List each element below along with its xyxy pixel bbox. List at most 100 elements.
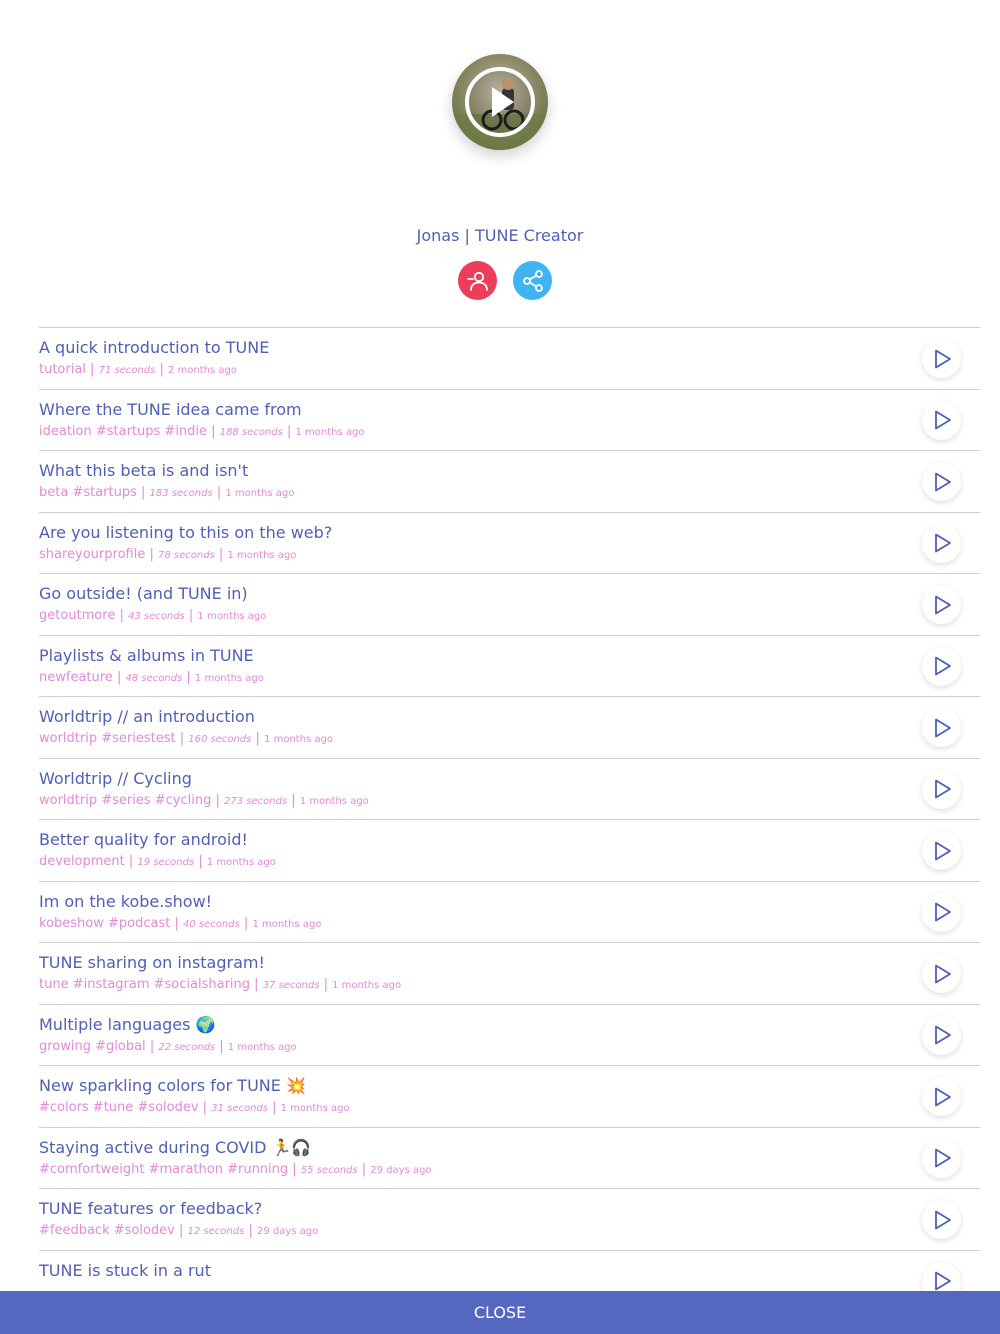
play-button[interactable] — [922, 769, 961, 809]
track-title[interactable]: TUNE features or feedback? — [39, 1199, 262, 1218]
meta-separator: | — [282, 423, 296, 439]
track-tags[interactable]: growing #global — [39, 1039, 146, 1054]
track-meta: worldtrip #seriestest | 160 seconds | 1 … — [39, 731, 333, 746]
track-tags[interactable]: #colors #tune #solodev — [39, 1100, 199, 1115]
track-age: 1 months ago — [227, 549, 297, 561]
track-meta: growing #global | 22 seconds | 1 months … — [39, 1039, 297, 1054]
track-row[interactable]: Are you listening to this on the web? sha… — [39, 511, 980, 574]
track-row[interactable]: A quick introduction to TUNE tutorial | 7… — [39, 327, 980, 389]
track-row[interactable]: Im on the kobe.show! kobeshow #podcast | … — [39, 880, 980, 943]
track-title[interactable]: Worldtrip // an introduction — [39, 707, 255, 726]
track-title[interactable]: Are you listening to this on the web? — [39, 523, 332, 542]
track-title[interactable]: New sparkling colors for TUNE 💥 — [39, 1076, 306, 1095]
track-row[interactable]: Playlists & albums in TUNE newfeature | 4… — [39, 634, 980, 697]
track-row[interactable]: TUNE sharing on instagram! tune #instagra… — [39, 942, 980, 1004]
play-button[interactable] — [922, 339, 961, 378]
play-button[interactable] — [922, 1138, 961, 1178]
track-row[interactable]: Staying active during COVID 🏃🎧 #comfortwe… — [39, 1126, 980, 1189]
meta-separator: | — [212, 485, 226, 500]
track-duration: 183 seconds — [149, 488, 213, 499]
track-meta: #feedback #solodev | 12 seconds | 29 day… — [39, 1223, 318, 1238]
meta-separator: | — [175, 731, 189, 746]
track-tags[interactable]: tutorial — [39, 362, 86, 377]
track-row[interactable]: Go outside! (and TUNE in) getoutmore | 43… — [39, 573, 980, 635]
track-duration: 160 seconds — [188, 734, 252, 745]
track-tags[interactable]: tune #instagram #socialsharing — [39, 977, 250, 992]
track-title[interactable]: TUNE sharing on instagram! — [39, 953, 265, 972]
track-age: 1 months ago — [264, 734, 334, 745]
play-button[interactable] — [922, 892, 961, 932]
track-tags[interactable]: worldtrip #seriestest — [39, 731, 176, 746]
play-icon — [934, 718, 951, 737]
meta-separator: | — [214, 546, 228, 562]
share-button[interactable] — [513, 261, 552, 300]
track-tags[interactable]: getoutmore — [39, 608, 115, 623]
track-tags[interactable]: newfeature — [39, 670, 113, 685]
unfollow-button[interactable] — [458, 261, 497, 300]
track-title[interactable]: What this beta is and isn't — [39, 461, 248, 480]
track-age: 1 months ago — [194, 672, 264, 684]
play-button[interactable] — [922, 708, 961, 747]
play-button[interactable] — [922, 1077, 961, 1116]
play-icon — [934, 1271, 951, 1291]
track-meta: kobeshow #podcast | 40 seconds | 1 month… — [39, 916, 321, 931]
track-row[interactable]: Multiple languages 🌍 growing #global | 22… — [39, 1003, 980, 1066]
track-title[interactable]: Staying active during COVID 🏃🎧 — [39, 1138, 311, 1157]
meta-separator: | — [251, 731, 265, 746]
track-title[interactable]: TUNE is stuck in a rut — [39, 1261, 211, 1280]
track-meta: newfeature | 48 seconds | 1 months ago — [39, 670, 264, 685]
track-title[interactable]: Multiple languages 🌍 — [39, 1015, 215, 1034]
track-row[interactable]: Where the TUNE idea came from ideation #s… — [39, 388, 980, 451]
track-tags[interactable]: #comfortweight #marathon #running — [39, 1162, 288, 1177]
meta-separator: | — [174, 1223, 188, 1238]
track-row[interactable]: New sparkling colors for TUNE 💥 #colors #… — [39, 1065, 980, 1127]
track-tags[interactable]: kobeshow #podcast — [39, 916, 170, 931]
track-row[interactable]: What this beta is and isn't beta #startup… — [39, 450, 980, 512]
track-title[interactable]: Go outside! (and TUNE in) — [39, 584, 248, 603]
track-row[interactable]: Worldtrip // Cycling worldtrip #series #c… — [39, 757, 980, 820]
track-tags[interactable]: beta #startups — [39, 485, 137, 500]
play-button[interactable] — [922, 831, 961, 870]
track-duration: 43 seconds — [127, 611, 185, 622]
play-icon — [934, 1025, 951, 1045]
play-icon — [934, 964, 951, 983]
track-duration: 22 seconds — [158, 1041, 216, 1053]
play-icon — [934, 1210, 951, 1229]
track-title[interactable]: Playlists & albums in TUNE — [39, 646, 254, 665]
track-tags[interactable]: development — [39, 854, 125, 869]
play-button[interactable] — [922, 462, 961, 501]
track-title[interactable]: Worldtrip // Cycling — [39, 769, 192, 788]
track-title[interactable]: A quick introduction to TUNE — [39, 338, 269, 357]
play-icon — [934, 533, 951, 553]
track-title[interactable]: Where the TUNE idea came from — [39, 400, 302, 419]
play-button[interactable] — [922, 585, 961, 624]
play-button[interactable] — [922, 523, 961, 563]
meta-separator: | — [155, 362, 169, 377]
track-row[interactable]: Better quality for android! development |… — [39, 819, 980, 881]
close-button[interactable]: CLOSE — [0, 1291, 1000, 1334]
play-button[interactable] — [922, 400, 961, 440]
meta-separator: | — [211, 792, 225, 808]
play-button[interactable] — [922, 1200, 961, 1239]
track-title[interactable]: Im on the kobe.show! — [39, 892, 212, 911]
track-duration: 188 seconds — [219, 426, 283, 438]
play-icon — [934, 349, 951, 368]
play-icon — [452, 67, 548, 150]
play-button[interactable] — [922, 1015, 961, 1055]
meta-separator: | — [288, 1161, 301, 1177]
track-title[interactable]: Better quality for android! — [39, 830, 248, 849]
track-meta: ideation #startups #indie | 188 seconds … — [39, 424, 364, 439]
track-duration: 55 seconds — [300, 1164, 358, 1176]
track-row[interactable]: TUNE features or feedback? #feedback #sol… — [39, 1188, 980, 1250]
track-tags[interactable]: shareyourprofile — [39, 547, 145, 562]
meta-separator: | — [115, 608, 128, 623]
play-button[interactable] — [922, 646, 961, 686]
play-button[interactable] — [922, 954, 961, 993]
track-row[interactable]: Worldtrip // an introduction worldtrip #s… — [39, 696, 980, 758]
track-duration: 273 seconds — [224, 795, 288, 807]
track-tags[interactable]: worldtrip #series #cycling — [39, 793, 211, 808]
track-tags[interactable]: ideation #startups #indie — [39, 424, 207, 439]
track-tags[interactable]: #feedback #solodev — [39, 1223, 175, 1238]
meta-separator: | — [85, 362, 99, 377]
avatar[interactable] — [452, 54, 548, 150]
